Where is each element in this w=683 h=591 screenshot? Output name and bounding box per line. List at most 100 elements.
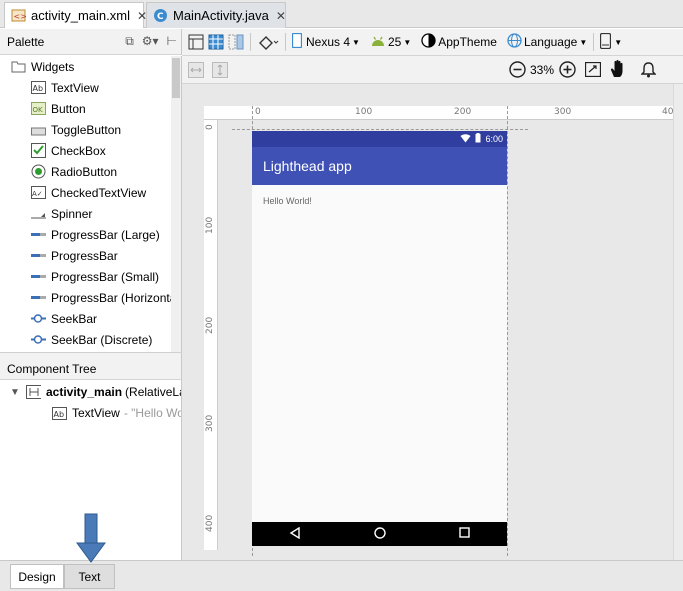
orientation-icon[interactable] <box>255 31 281 53</box>
palette-item-checkbox[interactable]: CheckBox <box>31 140 106 161</box>
gear-icon[interactable]: ⚙▾ <box>142 34 159 49</box>
layout-toolbar: Nexus 4 ▼ 25 ▼ AppTheme Language ▼ ▼ <box>182 29 683 56</box>
device-preview[interactable]: 6:00 Lighthead app Hello World! <box>252 131 507 546</box>
progressbar-icon <box>31 227 46 242</box>
palette-item-progressbar[interactable]: ProgressBar <box>31 245 118 266</box>
palette-item-progressbar-small[interactable]: ProgressBar (Small) <box>31 266 159 287</box>
device-frame-icon <box>600 32 612 52</box>
ruler-horizontal: 0 100 200 300 40 <box>204 106 674 120</box>
palette-group-widgets[interactable]: Widgets <box>11 56 74 77</box>
progressbar-icon <box>31 269 46 284</box>
textview-icon: Ab <box>31 80 46 95</box>
tab-label: activity_main.xml <box>31 8 130 23</box>
palette-title: Palette <box>7 34 45 49</box>
pin-icon[interactable]: ⊢ <box>167 34 177 49</box>
palette-item-progressbar-horizontal[interactable]: ProgressBar (Horizontal) <box>31 287 181 308</box>
palette-scrollbar[interactable] <box>171 56 181 352</box>
split-view-icon[interactable] <box>226 31 246 53</box>
seekbar-icon <box>31 332 46 347</box>
globe-icon <box>507 33 522 51</box>
close-icon[interactable]: ✕ <box>276 9 286 23</box>
checkedtextview-icon: A✓ <box>31 185 46 200</box>
spinner-icon <box>31 206 46 221</box>
progressbar-icon <box>31 290 46 305</box>
folder-icon <box>11 59 26 74</box>
status-bar: 6:00 <box>252 131 507 147</box>
class-file-icon: C <box>153 8 168 23</box>
svg-text:C: C <box>157 12 164 22</box>
palette-item-spinner[interactable]: Spinner <box>31 203 92 224</box>
chevron-down-icon: ▼ <box>352 37 360 47</box>
palette-item-seekbar[interactable]: SeekBar <box>31 308 97 329</box>
wifi-icon <box>460 133 471 145</box>
zoom-in-icon[interactable] <box>559 61 576 81</box>
component-tree-title: Component Tree <box>7 361 97 376</box>
theme-icon <box>421 33 436 51</box>
theme-button[interactable]: AppTheme <box>419 31 499 53</box>
chevron-down-icon: ▼ <box>614 37 623 47</box>
tab-label: MainActivity.java <box>173 8 269 23</box>
svg-text:<>: <> <box>14 12 27 21</box>
guide-line <box>507 106 508 556</box>
navigation-bar <box>252 522 507 546</box>
collapse-icon[interactable]: ⧉ <box>125 34 134 49</box>
pack-horizontal-icon[interactable] <box>188 62 204 81</box>
zoom-toolbar: 33% <box>182 56 683 84</box>
palette-item-radiobutton[interactable]: RadioButton <box>31 161 117 182</box>
device-frame-dropdown[interactable]: ▼ <box>598 31 624 53</box>
back-icon <box>289 526 301 542</box>
zoom-out-icon[interactable] <box>509 61 526 81</box>
api-dropdown[interactable]: 25 ▼ <box>368 31 413 53</box>
pack-vertical-icon[interactable] <box>212 62 228 81</box>
tab-main-activity-java[interactable]: C MainActivity.java ✕ <box>146 2 286 28</box>
hello-textview[interactable]: Hello World! <box>263 196 312 206</box>
editor-tab-bar: <> activity_main.xml ✕ C MainActivity.ja… <box>0 0 683 28</box>
app-bar: Lighthead app <box>252 147 507 185</box>
palette-list: Widgets Ab TextView OK Button ToggleButt… <box>0 56 182 352</box>
phone-icon <box>291 32 303 51</box>
editor-mode-bar: Design Text <box>0 560 683 591</box>
svg-text:Ab: Ab <box>33 84 44 93</box>
chevron-down-icon: ▼ <box>579 37 588 47</box>
tree-node-activity-main[interactable]: ▼ activity_main (RelativeLa <box>10 382 181 402</box>
tree-node-textview[interactable]: Ab TextView - "Hello Wo <box>52 403 181 423</box>
tab-activity-main-xml[interactable]: <> activity_main.xml ✕ <box>4 2 147 28</box>
language-dropdown[interactable]: Language ▼ <box>505 31 589 53</box>
pan-hand-icon[interactable] <box>610 59 626 81</box>
button-icon: OK <box>31 101 46 116</box>
blueprint-view-icon[interactable] <box>206 31 226 53</box>
zoom-to-fit-icon[interactable] <box>584 61 602 80</box>
design-view-icon[interactable] <box>186 31 206 53</box>
palette-item-seekbar-discrete[interactable]: SeekBar (Discrete) <box>31 329 152 350</box>
textview-icon: Ab <box>52 406 67 421</box>
svg-text:Ab: Ab <box>54 410 65 419</box>
palette-item-progressbar-large[interactable]: ProgressBar (Large) <box>31 224 160 245</box>
palette-item-checkedtextview[interactable]: A✓ CheckedTextView <box>31 182 146 203</box>
component-tree-header: Component Tree <box>0 358 182 380</box>
ruler-vertical: 0 100 200 300 400 <box>204 120 218 550</box>
status-time: 6:00 <box>485 134 503 144</box>
radiobutton-icon <box>31 164 46 179</box>
canvas-scrollbar[interactable] <box>673 84 683 560</box>
palette-item-textview[interactable]: Ab TextView <box>31 77 99 98</box>
app-title: Lighthead app <box>263 158 352 174</box>
expand-arrow-icon[interactable]: ▼ <box>10 387 26 398</box>
progressbar-icon <box>31 248 46 263</box>
tab-text[interactable]: Text <box>64 564 115 589</box>
palette-item-togglebutton[interactable]: ToggleButton <box>31 119 121 140</box>
notification-bell-icon[interactable] <box>640 61 657 81</box>
device-dropdown[interactable]: Nexus 4 ▼ <box>290 31 362 53</box>
palette-item-button[interactable]: OK Button <box>31 98 86 119</box>
togglebutton-icon <box>31 122 46 137</box>
android-icon <box>370 34 386 51</box>
home-icon <box>374 526 386 542</box>
arrow-down-icon <box>76 513 106 563</box>
relativelayout-icon <box>26 385 41 400</box>
seekbar-icon <box>31 311 46 326</box>
svg-text:OK: OK <box>33 106 44 114</box>
guide-line <box>232 129 528 130</box>
tab-design[interactable]: Design <box>10 564 64 589</box>
svg-text:A✓: A✓ <box>32 190 43 198</box>
xml-file-icon: <> <box>11 8 26 23</box>
chevron-down-icon: ▼ <box>403 37 412 47</box>
